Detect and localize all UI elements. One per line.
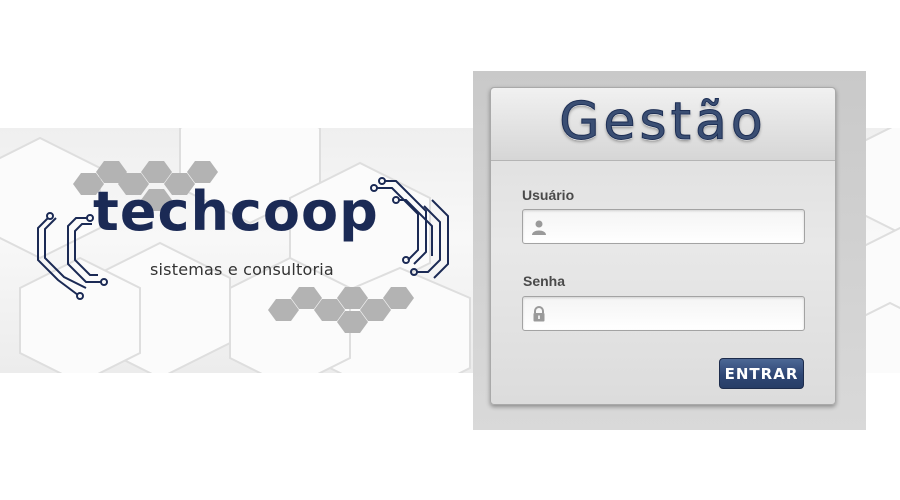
entrar-button[interactable]: ENTRAR xyxy=(719,358,804,389)
lock-icon xyxy=(533,306,545,322)
username-field[interactable] xyxy=(522,209,805,244)
logo-tagline: sistemas e consultoria xyxy=(150,260,334,279)
user-icon xyxy=(532,220,546,235)
techcoop-logo: techcoop sistemas e consultoria xyxy=(28,160,458,340)
login-form: Gestão Usuário Senha ENTRAR xyxy=(490,87,836,405)
logo-wordmark: techcoop xyxy=(93,180,379,243)
login-title: Gestão xyxy=(559,92,767,153)
hexagon-cluster-bottom xyxy=(268,287,414,333)
username-input[interactable] xyxy=(553,212,802,243)
username-label: Usuário xyxy=(522,187,575,203)
circuit-right xyxy=(370,177,449,279)
password-label: Senha xyxy=(523,273,566,289)
login-header: Gestão xyxy=(491,88,835,161)
password-field[interactable] xyxy=(522,296,805,331)
password-input[interactable] xyxy=(553,299,802,330)
